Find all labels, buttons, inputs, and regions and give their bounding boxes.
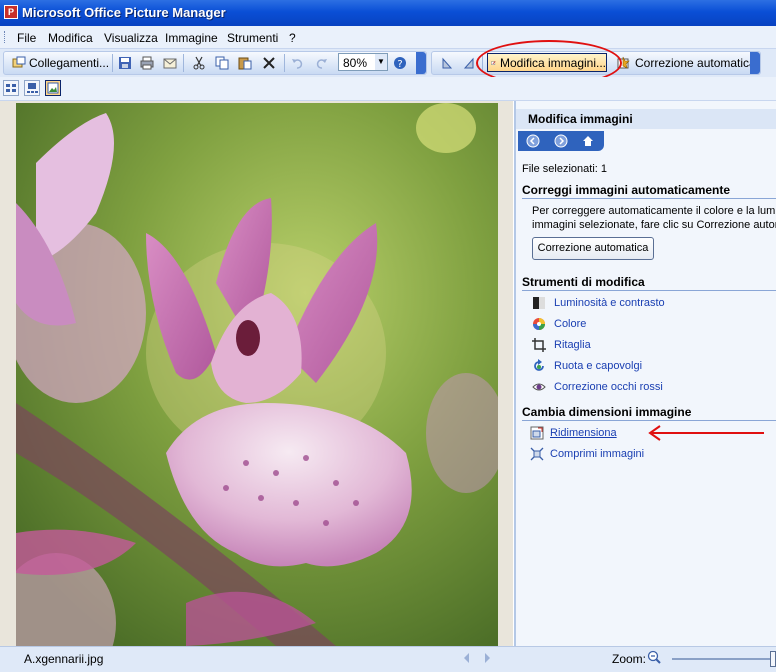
link-color[interactable]: Colore (532, 317, 586, 331)
picture-view-area (0, 101, 513, 646)
toolbar-separator (112, 54, 113, 72)
auto-correct-toolbar-label: Correzione automatica (635, 56, 756, 70)
link-compress-label: Comprimi immagini (550, 448, 645, 460)
rotate-flip-icon (534, 359, 544, 371)
toolbar-overflow-button[interactable] (416, 52, 426, 74)
print-icon[interactable] (140, 56, 154, 70)
shortcuts-button[interactable]: Collegamenti... (12, 54, 109, 72)
back-icon[interactable] (526, 134, 540, 148)
auto-correct-description-line1: Per correggere automaticamente il colore… (532, 205, 776, 217)
zoom-select[interactable]: 80% ▼ (338, 53, 388, 71)
menu-bar: File Modifica Visualizza Immagine Strume… (0, 26, 776, 49)
resize-icon (530, 426, 544, 440)
menu-strumenti[interactable]: Strumenti (227, 31, 278, 45)
paste-icon[interactable] (238, 56, 252, 70)
toolbar-separator (183, 54, 184, 72)
link-resize-label: Ridimensiona (550, 427, 617, 439)
thumbnail-view-icon (6, 84, 16, 92)
status-bar: A.xgennarii.jpg Zoom: (0, 646, 776, 672)
copy-icon[interactable] (215, 56, 229, 70)
annotation-arrow (648, 425, 764, 441)
link-color-label: Colore (554, 318, 587, 330)
menu-modifica[interactable]: Modifica (48, 31, 93, 45)
menu-grip[interactable] (4, 31, 8, 43)
selected-files-count: File selezionati: 1 (522, 163, 607, 175)
menu-immagine[interactable]: Immagine (165, 31, 218, 45)
eye-icon (532, 383, 546, 391)
filmstrip-view-button[interactable] (24, 80, 40, 96)
zoom-slider-thumb[interactable] (770, 651, 776, 667)
section-divider (522, 420, 776, 421)
link-rotate-flip[interactable]: Ruota e capovolgi (532, 359, 642, 373)
link-resize[interactable]: Ridimensiona (530, 426, 617, 440)
auto-correct-toolbar-button[interactable]: Correzione automatica (617, 54, 756, 72)
status-filename: A.xgennarii.jpg (24, 652, 104, 666)
link-brightness-contrast-label: Luminosità e contrasto (554, 297, 665, 309)
email-icon[interactable] (163, 56, 177, 70)
auto-correct-button[interactable]: Correzione automatica (532, 237, 654, 260)
link-red-eye-label: Correzione occhi rossi (554, 381, 663, 393)
link-compress[interactable]: Comprimi immagini (530, 447, 644, 461)
thumbnail-view-button[interactable] (3, 80, 19, 96)
section-divider (522, 290, 776, 291)
menu-file[interactable]: File (17, 31, 36, 45)
task-pane-nav (518, 131, 604, 151)
brightness-contrast-icon (533, 297, 545, 309)
section-divider (522, 198, 776, 199)
home-icon[interactable] (581, 134, 595, 148)
compress-icon (530, 447, 544, 461)
auto-correct-description-line2: immagini selezionate, fare clic su Corre… (532, 219, 776, 231)
undo-icon[interactable] (291, 56, 305, 70)
save-icon[interactable] (118, 56, 132, 70)
task-pane: Modifica immagini File selezionati: 1 Co… (514, 101, 776, 646)
previous-picture-icon[interactable] (462, 652, 470, 664)
link-brightness-contrast[interactable]: Luminosità e contrasto (532, 296, 665, 310)
link-crop[interactable]: Ritaglia (532, 338, 591, 352)
menu-help[interactable]: ? (289, 31, 296, 45)
cut-icon[interactable] (192, 56, 206, 70)
rotate-right-icon[interactable] (462, 56, 476, 70)
zoom-value: 80% (343, 56, 368, 70)
link-crop-label: Ritaglia (554, 339, 591, 351)
link-red-eye[interactable]: Correzione occhi rossi (532, 380, 663, 394)
task-pane-title-bar: Modifica immagini (516, 109, 776, 129)
status-zoom-label: Zoom: (612, 652, 647, 666)
zoom-slider-track[interactable] (672, 658, 776, 660)
zoom-out-icon[interactable] (647, 650, 663, 666)
filmstrip-view-icon (27, 83, 38, 93)
single-picture-view-icon (47, 82, 59, 94)
crop-icon (532, 338, 546, 352)
toolbar-overflow-button[interactable] (750, 52, 760, 74)
section-resize: Cambia dimensioni immagine (522, 405, 692, 419)
window-title: Microsoft Office Picture Manager (22, 5, 226, 20)
redo-icon[interactable] (314, 56, 328, 70)
next-picture-icon[interactable] (484, 652, 492, 664)
shortcuts-label: Collegamenti... (29, 56, 110, 70)
title-bar: P Microsoft Office Picture Manager (0, 0, 776, 26)
chevron-down-icon[interactable]: ▼ (375, 54, 387, 70)
help-icon[interactable]: ? (393, 56, 407, 70)
orchid-photo (16, 103, 498, 646)
section-edit-tools: Strumenti di modifica (522, 275, 645, 289)
link-rotate-flip-label: Ruota e capovolgi (554, 360, 643, 372)
delete-icon[interactable] (262, 56, 276, 70)
shortcuts-icon (12, 56, 26, 68)
section-auto-correct: Correggi immagini automaticamente (522, 183, 731, 197)
rotate-left-icon[interactable] (440, 56, 454, 70)
svg-text:?: ? (397, 59, 402, 70)
single-picture-view-button[interactable] (45, 80, 61, 96)
toolbar-separator (284, 54, 285, 72)
view-bar (0, 77, 776, 101)
menu-visualizza[interactable]: Visualizza (104, 31, 158, 45)
app-icon: P (4, 5, 18, 19)
forward-icon[interactable] (554, 134, 568, 148)
task-pane-title: Modifica immagini (528, 112, 633, 126)
orchid-image (16, 103, 498, 646)
color-wheel-icon (533, 318, 545, 330)
